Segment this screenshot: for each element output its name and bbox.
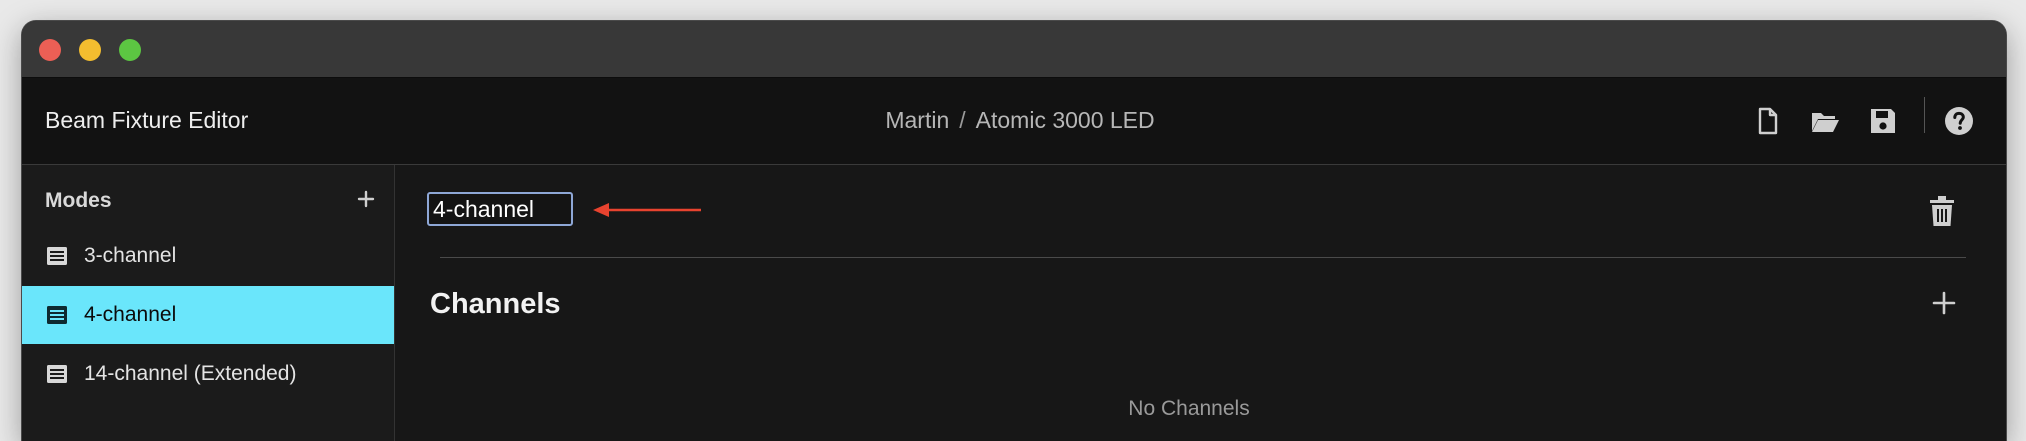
delete-mode-button[interactable] — [1927, 195, 1957, 227]
save-icon[interactable] — [1868, 106, 1898, 136]
help-icon[interactable] — [1944, 106, 1974, 136]
modes-sidebar: Modes 3-channel 4-channel 14-channel (Ex… — [22, 165, 395, 441]
plus-icon — [1932, 291, 1956, 315]
breadcrumb: Martin / Atomic 3000 LED — [22, 107, 2006, 134]
annotation-arrow-icon — [593, 203, 701, 217]
minimize-window-button[interactable] — [79, 39, 101, 61]
maximize-window-button[interactable] — [119, 39, 141, 61]
app-window: Beam Fixture Editor Martin / Atomic 3000 L… — [22, 21, 2006, 441]
mode-item-label: 14-channel (Extended) — [84, 362, 297, 385]
section-divider — [440, 257, 1966, 258]
breadcrumb-fixture: Atomic 3000 LED — [975, 107, 1155, 133]
close-window-button[interactable] — [39, 39, 61, 61]
toolbar-divider — [1924, 97, 1925, 133]
list-icon — [47, 247, 67, 265]
modes-title: Modes — [45, 189, 112, 212]
mode-item-14-channel-extended[interactable]: 14-channel (Extended) — [22, 345, 394, 403]
open-folder-icon[interactable] — [1810, 106, 1840, 136]
app-header: Beam Fixture Editor Martin / Atomic 3000 L… — [22, 78, 2006, 165]
new-file-icon[interactable] — [1752, 106, 1782, 136]
mode-editor-panel: Channels No Channels — [395, 165, 2006, 441]
channels-title: Channels — [430, 288, 561, 320]
trash-icon — [1930, 196, 1954, 226]
window-titlebar — [22, 21, 2006, 78]
add-channel-button[interactable] — [1932, 291, 1956, 315]
breadcrumb-separator: / — [959, 107, 966, 133]
breadcrumb-manufacturer: Martin — [885, 107, 950, 133]
no-channels-message: No Channels — [1128, 397, 1250, 420]
add-mode-button[interactable] — [356, 189, 376, 209]
list-icon — [47, 306, 67, 324]
plus-icon — [357, 190, 375, 208]
list-icon — [47, 365, 67, 383]
mode-item-3-channel[interactable]: 3-channel — [22, 227, 394, 285]
mode-name-input[interactable] — [427, 192, 573, 226]
mode-item-4-channel[interactable]: 4-channel — [22, 286, 394, 344]
mode-item-label: 3-channel — [84, 244, 177, 267]
mode-item-label: 4-channel — [84, 303, 177, 326]
